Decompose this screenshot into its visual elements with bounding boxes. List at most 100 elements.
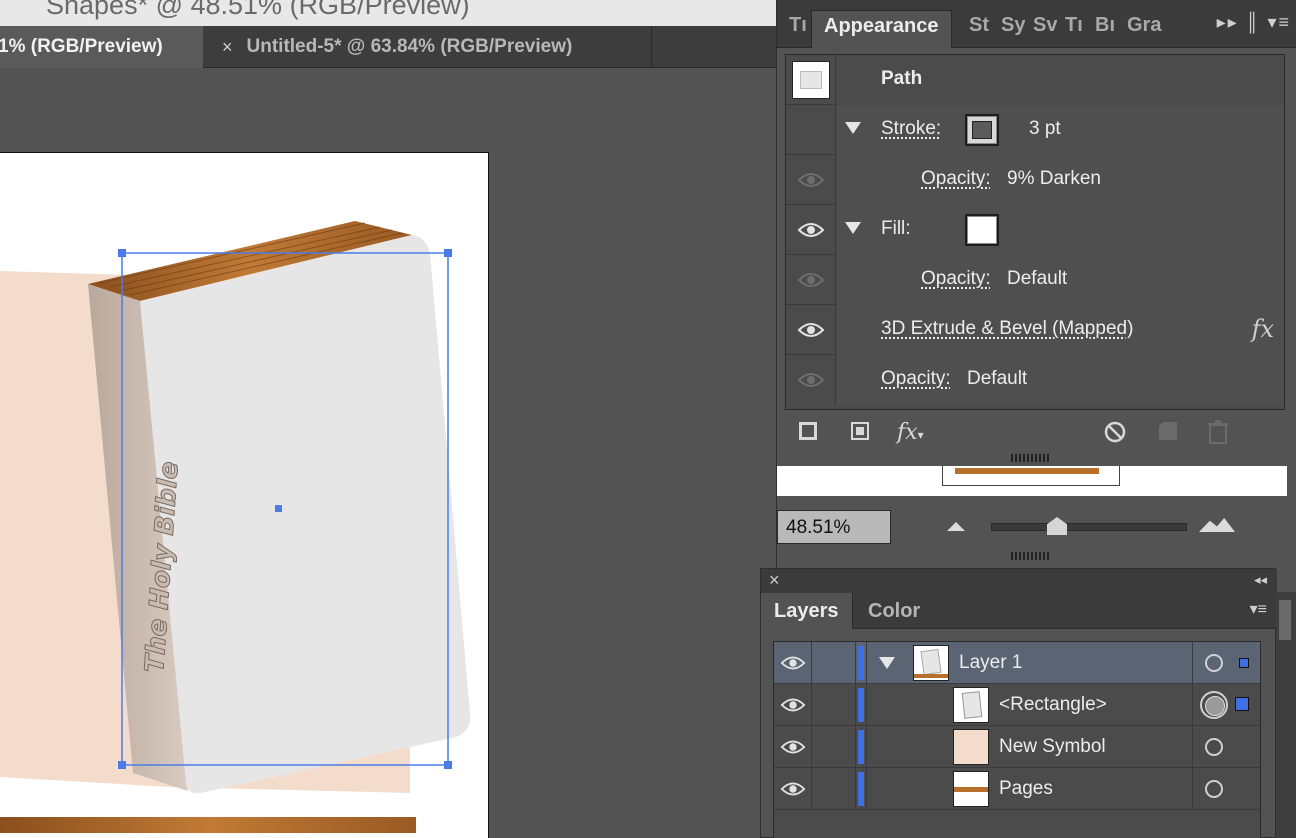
new-stroke-icon[interactable] bbox=[799, 420, 817, 440]
zoom-in-icon[interactable] bbox=[1199, 518, 1235, 532]
new-fill-icon[interactable] bbox=[851, 420, 869, 440]
panel-menu-icon[interactable]: ▾≡ bbox=[1250, 599, 1267, 619]
layer-name[interactable]: New Symbol bbox=[999, 736, 1106, 758]
layer-row[interactable]: Pages bbox=[774, 768, 1260, 810]
stroke-opacity-link[interactable]: Opacity: bbox=[921, 168, 991, 190]
navigator-preview[interactable] bbox=[777, 466, 1287, 496]
close-tab-icon[interactable]: × bbox=[222, 37, 233, 58]
collapse-panel-icon[interactable]: ◂◂ bbox=[1254, 572, 1267, 588]
tab-appearance[interactable]: Appearance bbox=[811, 10, 952, 48]
layer-lock-toggle[interactable] bbox=[812, 726, 856, 768]
stroke-opacity-visibility-cell[interactable] bbox=[786, 155, 836, 205]
add-effect-icon[interactable]: fx▾ bbox=[897, 420, 924, 445]
document-tab-untitled-5[interactable]: × Untitled-5* @ 63.84% (RGB/Preview) bbox=[204, 26, 652, 68]
target-icon[interactable] bbox=[1205, 738, 1223, 756]
stroke-opacity-value: 9% Darken bbox=[1007, 168, 1101, 189]
eye-icon[interactable] bbox=[797, 172, 825, 188]
layer-thumbnail bbox=[953, 687, 989, 723]
selection-indicator[interactable] bbox=[1235, 697, 1249, 711]
tab-color[interactable]: Color bbox=[855, 593, 933, 629]
panel-menu-icon[interactable]: ▸▸ ║ ▾≡ bbox=[1217, 12, 1291, 33]
target-icon[interactable] bbox=[1205, 654, 1223, 672]
layer-color-bar bbox=[858, 646, 864, 680]
tab-gradient[interactable]: Gra bbox=[1127, 10, 1171, 48]
fill-swatch[interactable] bbox=[965, 214, 999, 246]
effect-visibility-cell[interactable] bbox=[786, 305, 836, 355]
layer-name[interactable]: Pages bbox=[999, 778, 1053, 800]
fill-opacity-visibility-cell[interactable] bbox=[786, 255, 836, 305]
layers-scrollbar[interactable] bbox=[1276, 592, 1296, 838]
fill-visibility-cell[interactable] bbox=[786, 205, 836, 255]
expand-triangle-icon[interactable] bbox=[845, 222, 861, 234]
clear-appearance-icon[interactable] bbox=[1103, 420, 1127, 450]
eye-icon[interactable] bbox=[797, 372, 825, 388]
eye-icon[interactable] bbox=[780, 697, 806, 713]
zoom-slider-track[interactable] bbox=[991, 523, 1187, 531]
eye-icon[interactable] bbox=[780, 655, 806, 671]
zoom-slider-thumb[interactable] bbox=[1047, 517, 1067, 535]
tab-layers[interactable]: Layers bbox=[761, 593, 853, 629]
fill-row[interactable]: Fill: bbox=[786, 205, 1284, 255]
tab-swatches[interactable]: Sv bbox=[1033, 10, 1057, 48]
close-panel-icon[interactable]: × bbox=[769, 570, 780, 591]
stroke-opacity-row[interactable]: Opacity: 9% Darken bbox=[786, 155, 1284, 205]
layer-lock-toggle[interactable] bbox=[812, 768, 856, 810]
fill-opacity-row[interactable]: Opacity: Default bbox=[786, 255, 1284, 305]
object-opacity-row[interactable]: Opacity: Default bbox=[786, 355, 1284, 405]
expand-triangle-icon[interactable] bbox=[879, 657, 895, 669]
layer-visibility-toggle[interactable] bbox=[774, 642, 812, 684]
layer-lock-toggle[interactable] bbox=[812, 684, 856, 726]
layer-visibility-toggle[interactable] bbox=[774, 684, 812, 726]
tab-transparency[interactable]: Tı bbox=[789, 10, 811, 48]
panel-resize-grip[interactable] bbox=[1011, 552, 1051, 560]
document-tab-shapes[interactable]: 1% (RGB/Preview) bbox=[0, 26, 203, 68]
stroke-swatch[interactable] bbox=[965, 114, 999, 146]
panel-resize-grip[interactable] bbox=[1011, 454, 1051, 462]
document-canvas[interactable]: The Holy Bible bbox=[0, 68, 775, 838]
zoom-out-icon[interactable] bbox=[947, 522, 965, 531]
delete-item-icon bbox=[1207, 420, 1229, 450]
eye-icon[interactable] bbox=[797, 322, 825, 338]
artboard[interactable]: The Holy Bible bbox=[0, 152, 489, 838]
layer-color-bar bbox=[858, 688, 864, 722]
layer-visibility-toggle[interactable] bbox=[774, 726, 812, 768]
object-opacity-visibility-cell[interactable] bbox=[786, 355, 836, 405]
target-icon[interactable] bbox=[1205, 780, 1223, 798]
eye-icon[interactable] bbox=[780, 781, 806, 797]
eye-icon[interactable] bbox=[797, 222, 825, 238]
eye-icon[interactable] bbox=[797, 272, 825, 288]
tab-brushes[interactable]: Bı bbox=[1095, 10, 1119, 48]
appearance-thumbnail-cell bbox=[786, 55, 836, 105]
layer-row[interactable]: Layer 1 bbox=[774, 642, 1260, 684]
stroke-weight[interactable]: 3 pt bbox=[1029, 118, 1061, 140]
expand-triangle-icon[interactable] bbox=[845, 122, 861, 134]
fx-icon[interactable]: fx bbox=[1252, 315, 1274, 343]
appearance-header-row[interactable]: Path bbox=[786, 55, 1284, 105]
fill-opacity-link[interactable]: Opacity: bbox=[921, 268, 991, 290]
selection-indicator[interactable] bbox=[1239, 658, 1249, 668]
tab-stroke[interactable]: St bbox=[969, 10, 993, 48]
duplicate-item-icon bbox=[1157, 420, 1179, 448]
layer-row[interactable]: <Rectangle> bbox=[774, 684, 1260, 726]
layer-name[interactable]: <Rectangle> bbox=[999, 694, 1107, 716]
layer-visibility-toggle[interactable] bbox=[774, 768, 812, 810]
navigator-view-box[interactable] bbox=[942, 466, 1120, 486]
stroke-visibility-cell[interactable] bbox=[786, 105, 836, 155]
object-opacity-link[interactable]: Opacity: bbox=[881, 368, 951, 390]
zoom-input[interactable]: 48.51% bbox=[777, 510, 891, 544]
effect-row[interactable]: 3D Extrude & Bevel (Mapped) fx bbox=[786, 305, 1284, 355]
target-icon[interactable] bbox=[1200, 691, 1228, 719]
selection-handle bbox=[118, 249, 126, 257]
stroke-link[interactable]: Stroke: bbox=[881, 118, 941, 140]
layer-row[interactable]: New Symbol bbox=[774, 726, 1260, 768]
scrollbar-thumb[interactable] bbox=[1279, 600, 1291, 640]
layer-lock-toggle[interactable] bbox=[812, 642, 856, 684]
appearance-panel: Tı Appearance St Sy Sv Tı Bı Gra ▸▸ ║ ▾≡… bbox=[776, 0, 1296, 466]
artwork[interactable]: The Holy Bible bbox=[0, 153, 489, 838]
stroke-row[interactable]: Stroke: 3 pt bbox=[786, 105, 1284, 155]
eye-icon[interactable] bbox=[780, 739, 806, 755]
tab-symbols[interactable]: Sy bbox=[1001, 10, 1025, 48]
tab-transform[interactable]: Tı bbox=[1065, 10, 1087, 48]
layer-name[interactable]: Layer 1 bbox=[959, 652, 1022, 674]
3d-extrude-bevel-link[interactable]: 3D Extrude & Bevel (Mapped) bbox=[881, 318, 1133, 340]
